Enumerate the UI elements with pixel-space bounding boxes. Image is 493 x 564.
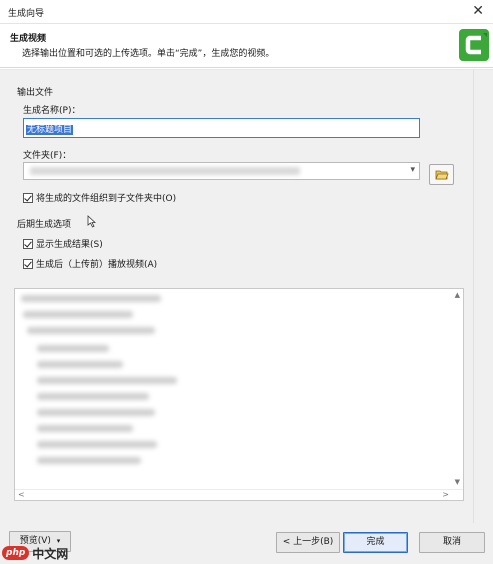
blurred-text xyxy=(37,441,157,448)
output-section-label: 输出文件 xyxy=(17,88,54,98)
checkbox-checked-icon[interactable] xyxy=(23,258,33,269)
window-title: 生成向导 xyxy=(8,9,45,19)
production-name-input[interactable]: 无标题项目 xyxy=(23,118,420,138)
wizard-content: 输出文件 生成名称(P)： 无标题项目 文件夹(F)： ▾ 将生成的文件组织到子… xyxy=(0,69,493,524)
production-name-value: 无标题项目 xyxy=(26,125,74,135)
folder-path-blurred xyxy=(30,167,300,175)
watermark-text: 中文网 xyxy=(32,546,69,561)
organize-subfolders-checkbox[interactable]: 将生成的文件组织到子文件夹中(O) xyxy=(23,191,176,204)
scroll-left-icon[interactable]: < xyxy=(18,490,25,499)
show-results-checkbox[interactable]: 显示生成结果(S) xyxy=(23,237,103,250)
blurred-text xyxy=(37,377,177,384)
blurred-text xyxy=(37,361,123,368)
page-title: 生成视频 xyxy=(10,34,47,44)
cancel-button[interactable]: 取消 xyxy=(419,532,485,553)
title-bar: 生成向导 ✕ xyxy=(0,0,493,24)
watermark-badge: php xyxy=(2,546,30,560)
scroll-up-icon[interactable]: ▲ xyxy=(455,291,460,299)
organize-subfolders-label: 将生成的文件组织到子文件夹中(O) xyxy=(36,194,177,204)
checkbox-checked-icon[interactable] xyxy=(23,238,33,249)
play-video-checkbox[interactable]: 生成后（上传前）播放视频(A) xyxy=(23,257,157,270)
page-subtitle: 选择输出位置和可选的上传选项。单击“完成”，生成您的视频。 xyxy=(22,49,275,59)
folder-dropdown[interactable]: ▾ xyxy=(23,162,420,180)
close-icon[interactable]: ✕ xyxy=(472,3,484,19)
play-video-label: 生成后（上传前）播放视频(A) xyxy=(36,260,158,270)
blurred-text xyxy=(37,425,133,432)
blurred-text xyxy=(27,327,155,334)
scroll-down-icon[interactable]: ▼ xyxy=(455,478,460,486)
production-summary-pane[interactable]: ▲ ▼ < > xyxy=(14,288,464,501)
camtasia-logo-icon xyxy=(459,29,489,61)
mouse-cursor-icon xyxy=(87,215,97,231)
back-button[interactable]: < 上一步(B) xyxy=(276,532,340,553)
browse-folder-button[interactable] xyxy=(429,164,454,185)
production-name-label: 生成名称(P)： xyxy=(23,106,81,116)
blurred-text xyxy=(37,457,141,464)
folder-label: 文件夹(F)： xyxy=(23,151,72,161)
site-watermark: php 中文网 xyxy=(2,544,68,562)
divider xyxy=(473,70,474,524)
checkbox-checked-icon[interactable] xyxy=(23,192,33,203)
scroll-right-icon[interactable]: > xyxy=(442,490,449,499)
chevron-down-icon[interactable]: ▾ xyxy=(410,165,415,175)
blurred-text xyxy=(37,393,149,400)
show-results-label: 显示生成结果(S) xyxy=(36,240,103,250)
wizard-header: 生成视频 选择输出位置和可选的上传选项。单击“完成”，生成您的视频。 xyxy=(0,24,493,68)
folder-open-icon xyxy=(435,170,449,180)
blurred-text xyxy=(23,311,133,318)
blurred-text xyxy=(37,345,109,352)
blurred-text xyxy=(21,295,161,302)
post-production-section-label: 后期生成选项 xyxy=(17,220,72,230)
horizontal-scrollbar[interactable]: < > xyxy=(15,489,463,500)
blurred-text xyxy=(37,409,155,416)
finish-button[interactable]: 完成 xyxy=(343,532,408,553)
wizard-footer: 预览(V) ▾ < 上一步(B) 完成 取消 xyxy=(0,523,493,564)
